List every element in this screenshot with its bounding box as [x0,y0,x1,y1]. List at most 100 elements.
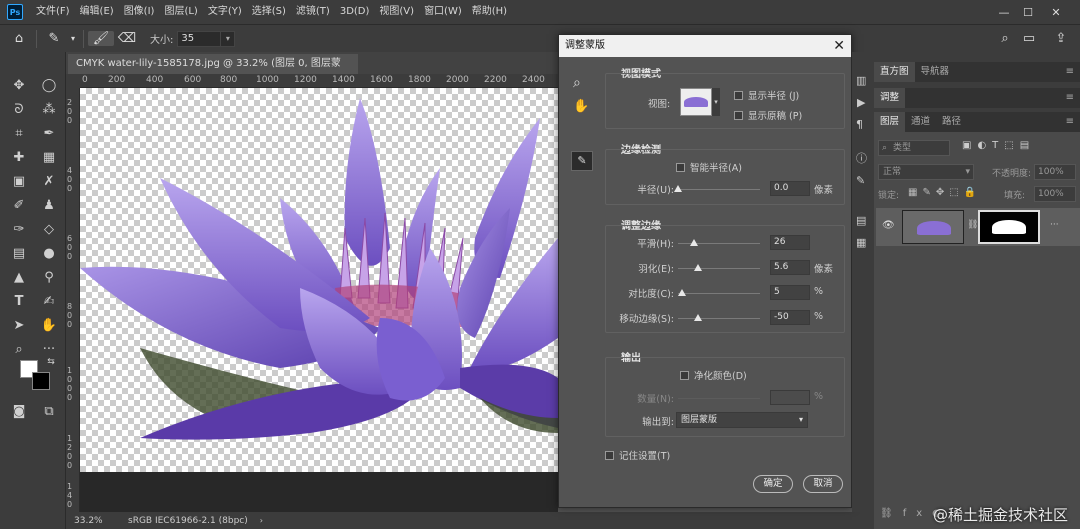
eraser-tool-icon[interactable]: ◇ [38,220,60,240]
size-dropdown-icon[interactable]: ▾ [221,30,236,47]
dialog-close-icon[interactable]: ✕ [833,35,845,57]
tab-adjustments[interactable]: 调整 [874,88,906,108]
view-dropdown-icon[interactable]: ▾ [712,88,720,116]
refine-radius-brush-icon[interactable]: ✎ [571,151,593,171]
menu-select[interactable]: 选择(S) [247,0,291,24]
tab-channels[interactable]: 通道 [905,112,936,132]
smooth-slider-thumb[interactable] [690,239,699,246]
contrast-slider-thumb[interactable] [678,289,687,296]
fill-input[interactable]: 100% [1034,186,1076,202]
dodge-icon[interactable]: ⚲ [38,268,60,288]
layer-row[interactable]: 👁 ⛓ ··· [876,208,1080,246]
lasso-icon[interactable]: ᘐ [8,100,30,120]
document-canvas[interactable] [80,88,558,472]
home-icon[interactable]: ⌂ [6,31,32,46]
refine-brush-icon[interactable]: 🖌 [88,31,114,46]
share-icon[interactable]: ⇪ [1048,31,1074,46]
brush-icon[interactable]: ✐ [8,196,30,216]
size-input[interactable]: 35 [177,30,222,47]
more-icon[interactable]: ··· [1050,220,1059,230]
radius-input[interactable]: 0.0 [770,181,810,196]
pen-icon[interactable]: ✍ [38,292,60,312]
menu-window[interactable]: 窗口(W) [419,0,467,24]
layer-thumbnail[interactable] [902,210,964,244]
contrast-slider-track[interactable] [678,293,760,294]
crop-icon[interactable]: ⌗ [8,124,30,144]
history-brush-icon[interactable]: ✑ [8,220,30,240]
move-tool-icon[interactable]: ✥ [8,76,30,96]
clone-stamp-icon[interactable]: ♟ [38,196,60,216]
zoom-icon[interactable]: ⌕ [573,75,581,91]
amount-slider-track[interactable] [678,398,760,399]
lock-icons[interactable]: ▦✎✥⬚🔒 [908,187,981,198]
radius-slider-track[interactable] [678,189,760,190]
menu-view[interactable]: 视图(V) [374,0,419,24]
document-tab[interactable]: CMYK water-lily-1585178.jpg @ 33.2% (图层 … [68,54,358,89]
tab-navigator[interactable]: 导航器 [915,62,956,82]
patch-icon[interactable]: ▦ [38,148,60,168]
close-icon[interactable]: ✕ [1044,0,1068,24]
menu-filter[interactable]: 滤镜(T) [291,0,335,24]
view-thumbnail[interactable] [680,88,712,116]
zoom-level[interactable]: 33.2% [74,516,114,526]
blend-mode-select[interactable]: 正常 ▾ [878,164,974,180]
feather-slider-track[interactable] [678,268,760,269]
histogram-icon[interactable]: ▥ [856,74,866,87]
hand-icon[interactable]: ✋ [573,99,589,114]
menu-3d[interactable]: 3D(D) [335,0,375,24]
workspace-icon[interactable]: ▭ [1016,31,1042,46]
quick-mask-icon[interactable]: ◙ [8,402,30,422]
layer-filter-select[interactable]: ⌕ 类型 [878,140,950,156]
cancel-button[interactable]: 取消 [803,475,843,493]
menu-image[interactable]: 图像(I) [119,0,160,24]
tab-paths[interactable]: 路径 [936,112,967,132]
remember-settings-checkbox[interactable] [605,451,614,460]
screen-mode-icon[interactable]: ⧉ [38,402,60,422]
panel-menu-icon[interactable]: ≡ [1066,88,1074,108]
sharpen-icon[interactable]: ▲ [8,268,30,288]
status-arrow-icon[interactable]: › [260,516,263,525]
content-aware-move-icon[interactable]: ✗ [38,172,60,192]
shift-edge-slider-thumb[interactable] [693,314,702,321]
brush-preset-icon[interactable]: ✎ [41,31,67,46]
panel-menu-icon[interactable]: ≡ [1066,62,1074,82]
amount-input[interactable] [770,390,810,405]
ellipse-marquee-icon[interactable]: ◯ [38,76,60,96]
shift-edge-input[interactable]: -50 [770,310,810,325]
tab-layers[interactable]: 图层 [874,112,906,132]
opacity-input[interactable]: 100% [1034,164,1076,180]
chevron-down-icon[interactable]: ▾ [67,34,79,43]
healing-brush-icon[interactable]: ✚ [8,148,30,168]
tab-histogram[interactable]: 直方图 [874,62,915,82]
smooth-input[interactable]: 26 [770,235,810,250]
background-color-swatch[interactable] [32,372,50,390]
shift-edge-slider-track[interactable] [678,318,760,319]
magic-wand-icon[interactable]: ⁂ [38,100,60,120]
output-to-select[interactable]: 图层蒙版 ▾ [676,412,808,428]
paragraph-icon[interactable]: ¶ [856,118,863,131]
menu-file[interactable]: 文件(F) [31,0,75,24]
feather-slider-thumb[interactable] [693,264,702,271]
play-icon[interactable]: ▶ [857,96,865,109]
show-original-checkbox[interactable] [734,111,743,120]
show-radius-checkbox[interactable] [734,91,743,100]
menu-layer[interactable]: 图层(L) [159,0,202,24]
info-icon[interactable]: ⓘ [856,150,867,166]
search-icon[interactable]: ⌕ [992,31,1018,46]
menu-type[interactable]: 文字(Y) [203,0,247,24]
eyedropper-icon[interactable]: ✒ [38,124,60,144]
maximize-icon[interactable]: ☐ [1016,0,1040,24]
menu-help[interactable]: 帮助(H) [467,0,512,24]
contrast-input[interactable]: 5 [770,285,810,300]
hand-icon[interactable]: ✋ [38,316,60,336]
type-tool-icon[interactable]: T [8,292,30,312]
zoom-tool-icon[interactable]: ⌕ [8,340,30,360]
decontaminate-checkbox[interactable] [680,371,689,380]
radius-slider-thumb[interactable] [674,185,682,192]
panel-menu-icon[interactable]: ≡ [1066,112,1074,132]
brush-settings-icon[interactable]: ✎ [856,174,865,187]
swap-colors-icon[interactable]: ⇆ [40,352,62,372]
gradient-icon[interactable]: ▤ [8,244,30,264]
path-selection-icon[interactable]: ➤ [8,316,30,336]
minimize-icon[interactable]: — [992,0,1016,24]
